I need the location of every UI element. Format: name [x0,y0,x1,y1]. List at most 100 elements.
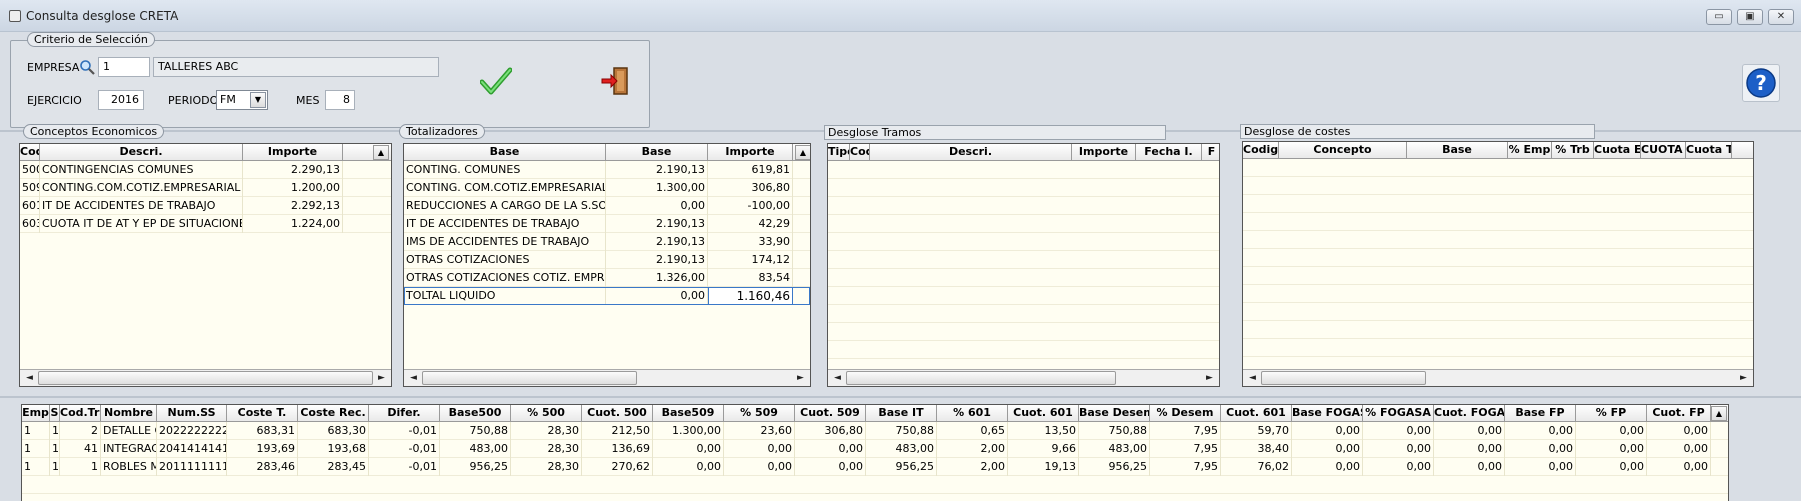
col-cuot-500[interactable]: Cuot. 500 [582,405,653,422]
conceptos-hscroll[interactable]: ◄ ► [20,369,391,386]
col-cuota-emp[interactable]: Cuota Empr [1594,142,1641,159]
col-importe[interactable]: Importe [243,144,343,161]
scroll-up-icon[interactable]: ▲ [1711,406,1727,421]
scroll-left-icon[interactable]: ◄ [1245,371,1260,385]
col-cod[interactable]: Cod [850,144,870,161]
col-pct-emp[interactable]: % Emp [1508,142,1552,159]
col-base509[interactable]: Base509 [653,405,724,422]
table-row[interactable]: CONTING. COM.COTIZ.EMPRESARIAL 1.300,00 30… [404,179,810,197]
col-nombre[interactable]: Nombre [101,405,157,422]
table-row[interactable]: IT DE ACCIDENTES DE TRABAJO 2.190,13 42,29 [404,215,810,233]
col-base[interactable]: Base [606,144,708,161]
col-descri[interactable]: Descri. [870,144,1072,161]
col-base-it[interactable]: Base IT [866,405,937,422]
col-fecha[interactable]: Fecha I. [1136,144,1202,161]
table-row[interactable]: 603CUOTA IT DE AT Y EP DE SITUACIONES E1… [20,215,391,233]
scroll-left-icon[interactable]: ◄ [830,371,845,385]
col-s[interactable]: S [50,405,60,422]
col-pct-fogasa[interactable]: % FOGASA [1363,405,1434,422]
table-row[interactable]: OTRAS COTIZACIONES 2.190,13 174,12 [404,251,810,269]
table-cell: 509 [20,179,40,197]
col-tipo[interactable]: Tipo [828,144,850,161]
tramos-hscroll[interactable]: ◄ ► [828,369,1219,386]
close-button[interactable]: ✕ [1768,9,1794,25]
col-base-fp[interactable]: Base FP [1505,405,1576,422]
col-cuota-t2[interactable]: Cuota T [1686,142,1732,159]
col-pct-500[interactable]: % 500 [511,405,582,422]
scroll-right-icon[interactable]: ► [374,371,389,385]
scroll-thumb[interactable] [38,371,373,385]
col-cuot-fogasa[interactable]: Cuot. FOGASA [1434,405,1505,422]
table-cell: 750,88 [866,422,937,440]
col-difer[interactable]: Difer. [369,405,440,422]
col-cuot-601-desem[interactable]: Cuot. 601 [1221,405,1292,422]
scroll-left-icon[interactable]: ◄ [406,371,421,385]
col-emp[interactable]: Emp [22,405,50,422]
table-row[interactable]: 1141INTEGRACI20414141414193,69193,68-0,0… [22,440,1728,458]
mes-input[interactable]: 8 [325,90,355,110]
col-base-desem[interactable]: Base Desem [1079,405,1150,422]
maximize-button[interactable]: ▣ [1737,9,1763,25]
periodo-select[interactable]: FM ▼ [216,90,268,110]
empresa-code-input[interactable]: 1 [98,57,150,77]
col-importe[interactable]: Importe [1072,144,1136,161]
col-cod[interactable]: Cod [20,144,40,161]
col-importe[interactable]: Importe [708,144,793,161]
col-pct-desem[interactable]: % Desem [1150,405,1221,422]
table-row[interactable]: IMS DE ACCIDENTES DE TRABAJO 2.190,13 33,9… [404,233,810,251]
col-base-desc[interactable]: Base [404,144,606,161]
table-row[interactable]: 112DETALLE C20222222222683,31683,30-0,01… [22,422,1728,440]
col-codigo[interactable]: Codigo [1243,142,1279,159]
table-row[interactable]: REDUCCIONES A CARGO DE LA S.SOCIAL0,00-1… [404,197,810,215]
minimize-button[interactable]: ▭ [1706,9,1732,25]
scroll-up-icon[interactable]: ▲ [795,145,810,160]
table-row[interactable]: 509CONTING.COM.COTIZ.EMPRESARIAL1.200,00 [20,179,391,197]
col-cuot-509[interactable]: Cuot. 509 [795,405,866,422]
table-cell: 306,80 [795,422,866,440]
col-f[interactable]: F [1202,144,1219,161]
table-row[interactable]: 111ROBLES M.20111111111283,46283,45-0,01… [22,458,1728,476]
col-concepto[interactable]: Concepto [1279,142,1407,159]
scroll-left-icon[interactable]: ◄ [22,371,37,385]
table-row-empty[interactable] [22,476,1728,494]
table-row[interactable]: OTRAS COTIZACIONES COTIZ. EMPRES. 1.326,0… [404,269,810,287]
col-cod-tra[interactable]: Cod.Tra [60,405,101,422]
scroll-right-icon[interactable]: ► [1736,371,1751,385]
col-base-fogasa[interactable]: Base FOGASA [1292,405,1363,422]
table-row[interactable]: CONTING. COMUNES 2.190,13 619,81 [404,161,810,179]
col-cuot-fp[interactable]: Cuot. FP [1647,405,1711,422]
col-num-ss[interactable]: Num.SS [157,405,227,422]
col-base[interactable]: Base [1407,142,1508,159]
table-row[interactable]: 601IT DE ACCIDENTES DE TRABAJO2.292,13 [20,197,391,215]
col-cuot-601[interactable]: Cuot. 601 [1008,405,1079,422]
table-cell: CUOTA IT DE AT Y EP DE SITUACIONES E [40,215,243,233]
col-coste-rec[interactable]: Coste Rec. [298,405,369,422]
table-row[interactable]: 500CONTINGENCIAS COMUNES2.290,13 [20,161,391,179]
exit-door-icon[interactable] [600,66,630,96]
col-pct-trb[interactable]: % Trb [1552,142,1594,159]
col-pct-509[interactable]: % 509 [724,405,795,422]
col-pct-fp[interactable]: % FP [1576,405,1647,422]
col-pct-601[interactable]: % 601 [937,405,1008,422]
col-cuota-t1[interactable]: CUOTA T [1641,142,1686,159]
table-row-selected[interactable]: TOLTAL LIQUIDO 0,00 1.160,46 [404,287,810,305]
ejercicio-input[interactable]: 2016 [98,90,144,110]
empresa-name-field: TALLERES ABC [153,57,439,77]
col-coste-t[interactable]: Coste T. [227,405,298,422]
search-icon[interactable] [79,59,95,75]
table-cell: 0,00 [653,458,724,476]
scroll-thumb[interactable] [1261,371,1426,385]
costes-hscroll[interactable]: ◄ ► [1243,369,1753,386]
col-base500[interactable]: Base500 [440,405,511,422]
chevron-down-icon[interactable]: ▼ [250,92,266,108]
scroll-up-icon[interactable]: ▲ [373,145,389,160]
totalizadores-hscroll[interactable]: ◄ ► [404,369,810,386]
help-button[interactable]: ? [1742,64,1780,102]
col-descri[interactable]: Descri. [40,144,243,161]
scroll-thumb[interactable] [422,371,637,385]
checkmark-icon[interactable] [479,66,513,96]
scroll-right-icon[interactable]: ► [793,371,808,385]
scroll-right-icon[interactable]: ► [1202,371,1217,385]
table-cell: 28,30 [511,422,582,440]
scroll-thumb[interactable] [846,371,1116,385]
